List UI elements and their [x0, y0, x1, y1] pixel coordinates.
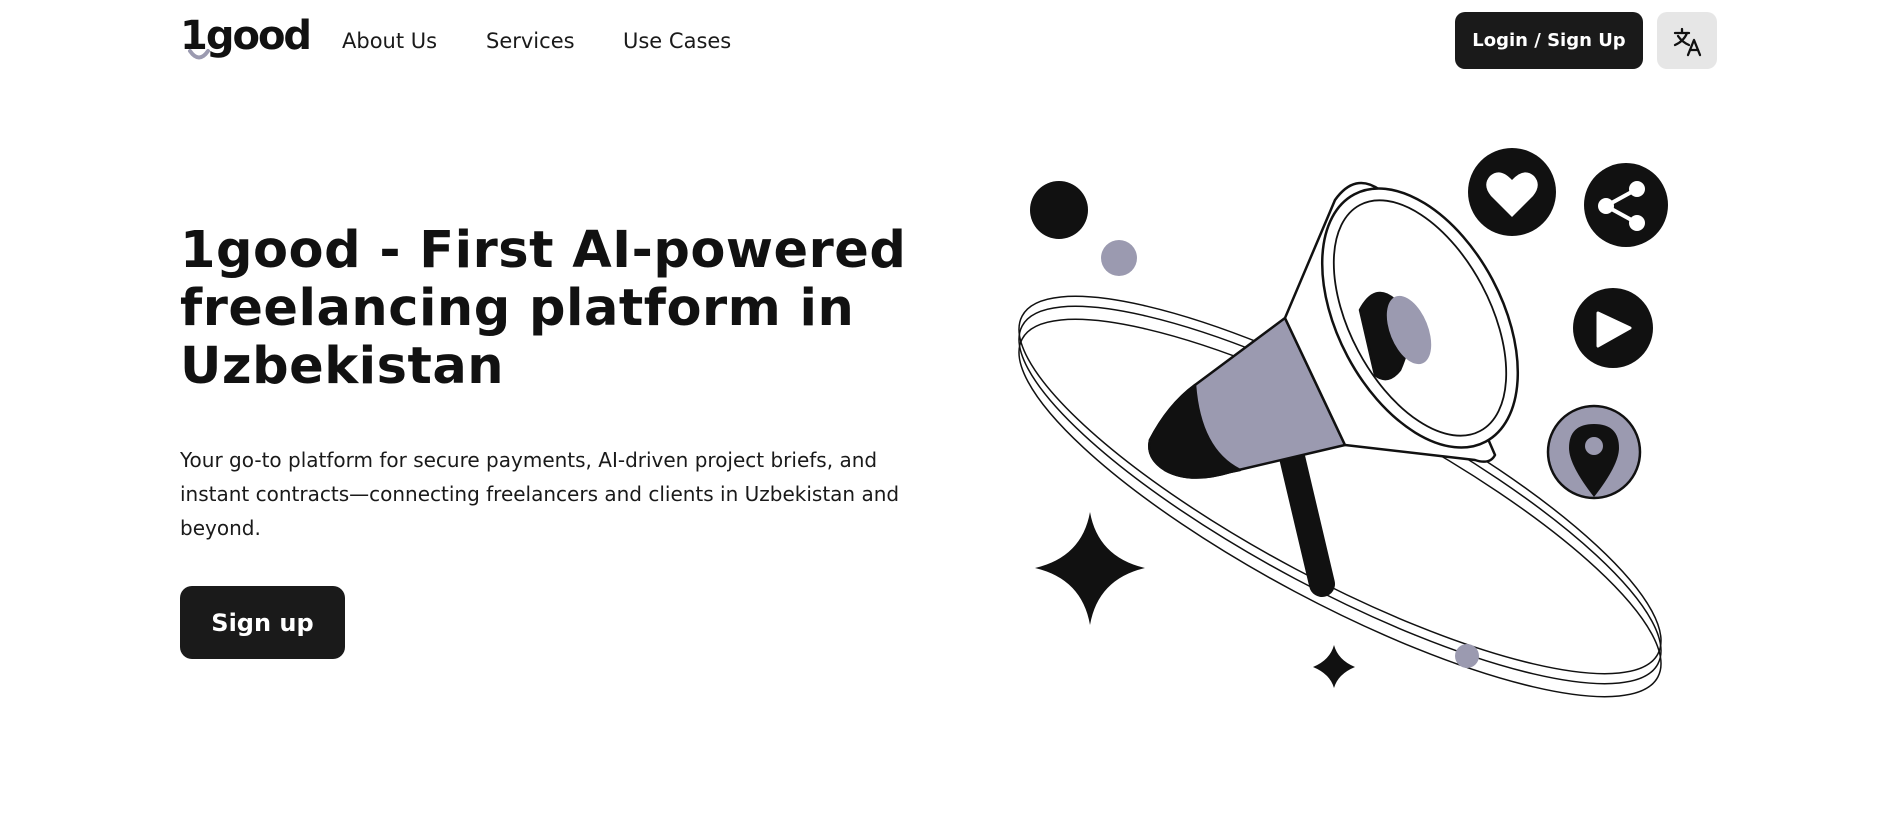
lavender-dot: [1101, 240, 1137, 276]
share-badge: [1584, 163, 1668, 247]
hero-illustration: [1018, 148, 1668, 698]
language-button[interactable]: [1657, 12, 1717, 69]
login-signup-button[interactable]: Login / Sign Up: [1455, 12, 1643, 69]
nav-link-services[interactable]: Services: [486, 28, 575, 54]
small-star-icon: [1313, 645, 1355, 688]
logo[interactable]: 1good: [180, 12, 312, 68]
heart-badge: [1468, 148, 1556, 236]
black-dot: [1030, 181, 1088, 239]
location-badge: [1546, 404, 1642, 500]
nav-link-about-us[interactable]: About Us: [342, 28, 437, 54]
play-badge: [1573, 288, 1653, 368]
hero-description: Your go-to platform for secure payments,…: [180, 448, 900, 540]
nav-link-use-cases[interactable]: Use Cases: [623, 28, 731, 54]
top-navigation: 1good About Us Services Use Cases Login …: [0, 0, 1895, 82]
translate-icon: [1673, 27, 1702, 57]
star-icon: [1035, 512, 1145, 625]
hero-title: 1good - First AI-powered freelancing pla…: [180, 221, 907, 396]
small-lavender-dot: [1455, 644, 1479, 668]
logo-smile-mark: [188, 49, 210, 60]
signup-button[interactable]: Sign up: [180, 586, 345, 659]
